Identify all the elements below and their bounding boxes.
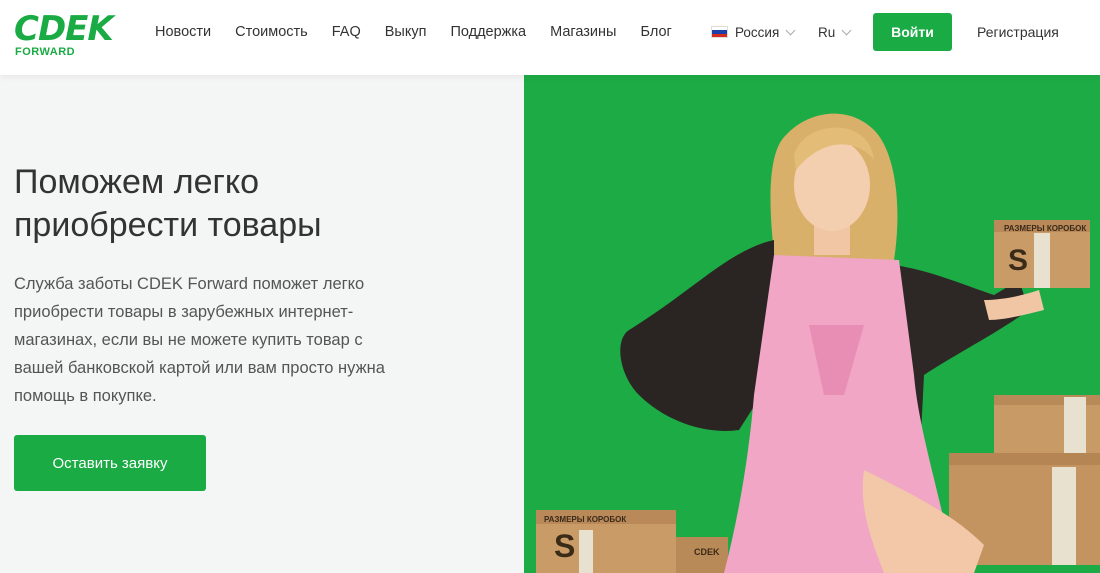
hero-description: Служба заботы CDEK Forward поможет легко… [14, 275, 385, 405]
nav-item-shops[interactable]: Магазины [550, 22, 616, 42]
language-selector[interactable]: Ru [818, 22, 852, 42]
submit-request-button[interactable]: Оставить заявку [14, 435, 206, 491]
main-nav: Новости Стоимость FAQ Выкуп Поддержка Ма… [155, 22, 696, 42]
logo[interactable]: CDEK FORWARD [14, 12, 114, 60]
box-size-letter-held: S [1008, 244, 1028, 277]
box-label-text: РАЗМЕРЫ КОРОБОК [544, 515, 626, 524]
box-brand-text: CDEK [694, 547, 720, 557]
chevron-down-icon [841, 25, 852, 35]
cardboard-box-right-top [994, 395, 1100, 453]
login-button[interactable]: Войти [873, 13, 952, 51]
nav-item-buyout[interactable]: Выкуп [385, 22, 427, 42]
country-label: Россия [735, 24, 780, 40]
register-link[interactable]: Регистрация [977, 22, 1059, 42]
box-size-letter: S [554, 528, 575, 564]
cardboard-box-held: РАЗМЕРЫ КОРОБОК S [994, 220, 1090, 288]
box-label-text-held: РАЗМЕРЫ КОРОБОК [1004, 224, 1086, 233]
nav-item-cost[interactable]: Стоимость [235, 22, 308, 42]
country-selector[interactable]: Россия [711, 22, 796, 42]
cardboard-box-left: РАЗМЕРЫ КОРОБОК S [536, 510, 676, 573]
nav-item-blog[interactable]: Блог [640, 22, 671, 42]
hero-image-panel: РАЗМЕРЫ КОРОБОК S CDEK РАЗМЕРЫ КОРОБОК S [524, 75, 1100, 573]
russia-flag-icon [711, 26, 728, 38]
header: CDEK FORWARD Новости Стоимость FAQ Выкуп… [0, 0, 1100, 75]
language-label: Ru [818, 24, 836, 40]
logo-wordmark: CDEK [14, 9, 114, 49]
hero-text-panel: Поможем легко приобрести товары Служба з… [0, 75, 524, 573]
hero-illustration: РАЗМЕРЫ КОРОБОК S CDEK РАЗМЕРЫ КОРОБОК S [536, 113, 1100, 573]
nav-item-faq[interactable]: FAQ [332, 22, 361, 42]
nav-item-support[interactable]: Поддержка [450, 22, 526, 42]
nav-item-news[interactable]: Новости [155, 22, 211, 42]
cardboard-box-small: CDEK [676, 537, 728, 573]
chevron-down-icon [785, 25, 796, 35]
hero-title: Поможем легко приобрести товары [14, 163, 322, 244]
